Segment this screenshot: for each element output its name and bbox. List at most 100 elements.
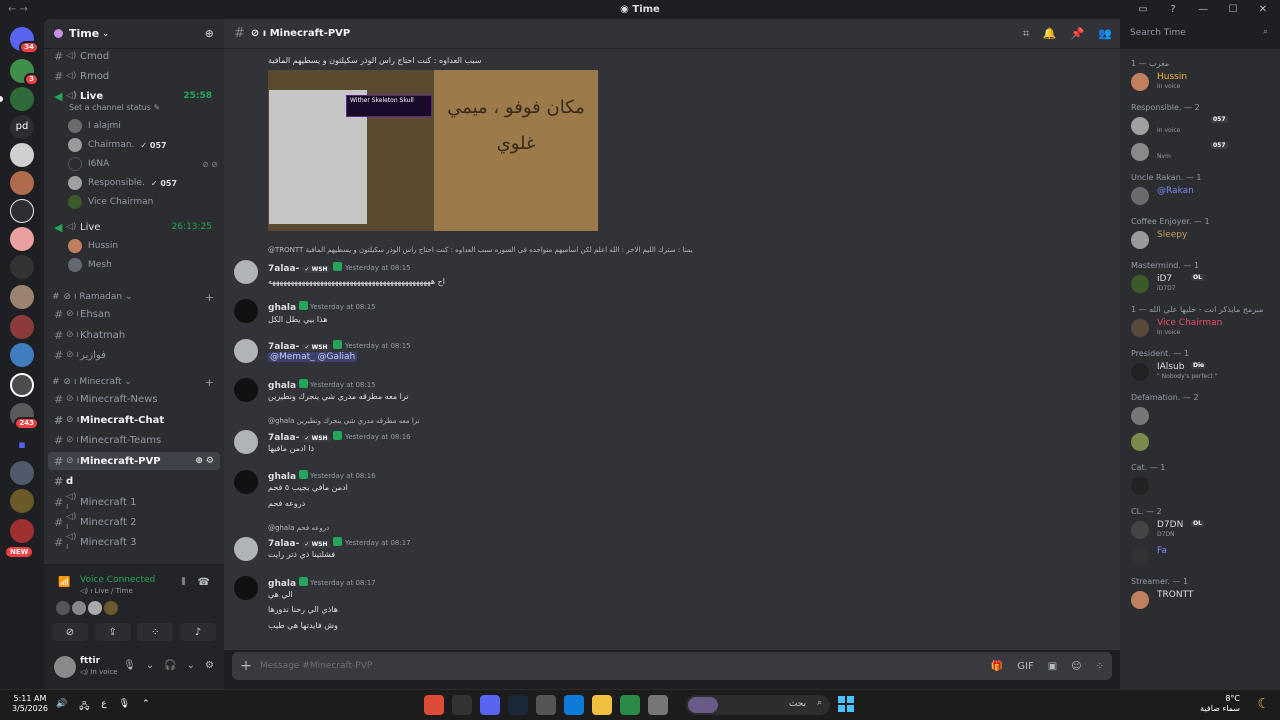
member-item[interactable]: Hussin In voice <box>1131 71 1276 93</box>
member-list-icon[interactable]: 👥 <box>1098 27 1112 41</box>
channel-settings-icon[interactable]: ⊕ ⚙ <box>195 456 214 466</box>
attach-plus-icon[interactable]: + <box>232 658 260 674</box>
apps-icon[interactable]: ⁘ <box>1096 661 1104 672</box>
message-author[interactable]: 7alaa- ✓ WSH <box>268 340 342 352</box>
server-icon[interactable] <box>10 373 34 397</box>
clock[interactable]: 5:11 AM 3/5/2026 <box>12 694 48 714</box>
voice-user[interactable]: Responsible. ✓ 057 <box>68 174 218 192</box>
channel-ehsan[interactable]: # ⊘ ı Ehsan <box>48 305 220 323</box>
member-item[interactable]: D7DN OL D7DN <box>1131 519 1276 541</box>
edge-icon[interactable] <box>564 695 584 715</box>
store-icon[interactable] <box>536 695 556 715</box>
minimize-button[interactable]: — <box>1196 2 1210 16</box>
emoji-icon[interactable]: ☺ <box>1071 661 1081 672</box>
tray-chevron-icon[interactable]: ⌃ <box>142 699 150 715</box>
microphone-icon[interactable]: 🎙 <box>123 660 136 671</box>
server-icon[interactable] <box>10 489 34 513</box>
server-icon[interactable] <box>10 315 34 339</box>
message-author[interactable]: ghala <box>268 577 309 589</box>
voice-channel-cmod[interactable]: # ◁) Cmod <box>48 47 220 65</box>
gif-icon[interactable]: GIF <box>1017 661 1033 672</box>
server-icon[interactable] <box>10 255 34 279</box>
mic-icon[interactable]: 🎙 <box>119 699 130 715</box>
sticker-icon[interactable]: ▣ <box>1048 661 1057 672</box>
channel-khatmah[interactable]: # ⊘ ı Khatmah <box>48 326 220 344</box>
avatar[interactable] <box>234 430 258 454</box>
channel-minecraft-teams[interactable]: # ⊘ ı Minecraft-Teams <box>48 431 220 449</box>
server-icon[interactable] <box>10 461 34 485</box>
threads-icon[interactable]: ⌗ <box>1023 27 1029 41</box>
voice-channel-live-2[interactable]: ◀ ◁) Live 26:13:25 <box>48 218 220 236</box>
obs-icon[interactable] <box>452 695 472 715</box>
reply-reference[interactable]: @ghala دروعه فحم <box>268 524 329 532</box>
message-author[interactable]: ghala <box>268 379 309 391</box>
headphones-icon[interactable]: 🎧 <box>164 660 176 671</box>
help-icon[interactable]: ? <box>1166 2 1180 16</box>
member-item[interactable]: Vice Chairman In voice <box>1131 317 1276 339</box>
member-item[interactable]: Sleepy <box>1131 229 1276 251</box>
folder-icon[interactable]: ▪ <box>10 433 34 457</box>
member-item[interactable] <box>1131 405 1276 427</box>
avatar[interactable] <box>234 537 258 561</box>
mention[interactable]: @Memat_ @Galiah <box>268 352 358 362</box>
app-icon[interactable] <box>648 695 668 715</box>
message-author[interactable]: 7alaa- ✓ WSH <box>268 431 342 443</box>
voice-channel-minecraft-3[interactable]: # ◁) ı Minecraft 3 <box>48 532 220 552</box>
pin-icon[interactable]: 📌 <box>1071 27 1085 41</box>
message-author[interactable]: 7alaa- ✓ WSH <box>268 262 342 274</box>
add-channel-icon[interactable]: + <box>205 291 214 304</box>
message-author[interactable]: 7alaa- ✓ WSH <box>268 537 342 549</box>
maximize-button[interactable]: ☐ <box>1226 2 1240 16</box>
user-name[interactable]: fttir <box>80 656 100 666</box>
server-icon[interactable]: 243 <box>10 403 39 430</box>
server-icon[interactable] <box>10 343 34 367</box>
member-item[interactable]: TRONTT <box>1131 589 1276 611</box>
member-item[interactable]: 057 In voice <box>1131 115 1276 137</box>
voice-user[interactable]: Vice Chairman <box>68 193 218 211</box>
avatar[interactable] <box>234 470 258 494</box>
voice-user[interactable]: Hussin <box>68 237 218 255</box>
server-icon[interactable] <box>10 171 34 195</box>
disconnect-icon[interactable]: ☎ <box>198 577 210 588</box>
channel-minecraft-chat[interactable]: # ⊘ ı Minecraft-Chat <box>48 411 220 429</box>
camera-off-button[interactable]: ⊘ <box>52 623 88 641</box>
notification-bell-icon[interactable]: 🔔 <box>1043 27 1057 41</box>
avatar[interactable] <box>234 339 258 363</box>
volume-icon[interactable]: 🔊 <box>56 699 67 715</box>
avatar[interactable] <box>234 260 258 284</box>
user-avatar[interactable] <box>54 656 76 678</box>
voice-channel-minecraft-2[interactable]: # ◁) ı Minecraft 2 <box>48 512 220 532</box>
discord-icon[interactable] <box>480 695 500 715</box>
server-icon[interactable] <box>10 227 34 251</box>
member-item[interactable] <box>1131 475 1276 497</box>
member-item[interactable]: Fa <box>1131 545 1276 567</box>
add-channel-icon[interactable]: + <box>205 376 214 389</box>
server-icon[interactable] <box>10 199 34 223</box>
member-item[interactable]: IAlsub Die " Nobody's perfect " <box>1131 361 1276 383</box>
chevron-down-icon[interactable]: ⌄ <box>146 660 154 671</box>
voice-channel-rmod[interactable]: # ◁) Rmod <box>48 67 220 85</box>
app-icon[interactable] <box>620 695 640 715</box>
channel-fawazeer[interactable]: # ⊘ ı فوازير <box>48 346 220 364</box>
member-item[interactable]: iD7 OL iD7D7 <box>1131 273 1276 295</box>
voice-user[interactable]: Chairman. ✓ 057 <box>68 136 218 154</box>
server-icon[interactable] <box>10 143 34 167</box>
file-explorer-icon[interactable] <box>592 695 612 715</box>
message-author[interactable]: ghala <box>268 301 309 313</box>
server-icon[interactable]: 3 <box>10 59 39 86</box>
language-indicator[interactable]: ع <box>101 699 106 715</box>
voice-user[interactable]: I6NA ⊘ ⊘ <box>68 155 218 173</box>
steam-icon[interactable] <box>508 695 528 715</box>
voice-channel-minecraft-1[interactable]: # ◁) ı Minecraft 1 <box>48 492 220 512</box>
avatar[interactable] <box>234 576 258 600</box>
member-item[interactable]: 057 Nvm <box>1131 141 1276 163</box>
close-button[interactable]: ✕ <box>1256 2 1270 16</box>
network-icon[interactable]: 🖧 <box>79 699 89 715</box>
avatar[interactable] <box>234 299 258 323</box>
server-icon-pd[interactable]: pd <box>10 115 34 139</box>
voice-status-title[interactable]: Voice Connected <box>80 575 155 585</box>
message-author[interactable]: ghala <box>268 470 309 482</box>
server-icon[interactable] <box>10 519 34 543</box>
search-input[interactable]: Search Time ⌕ <box>1124 24 1274 44</box>
chrome-icon[interactable] <box>424 695 444 715</box>
